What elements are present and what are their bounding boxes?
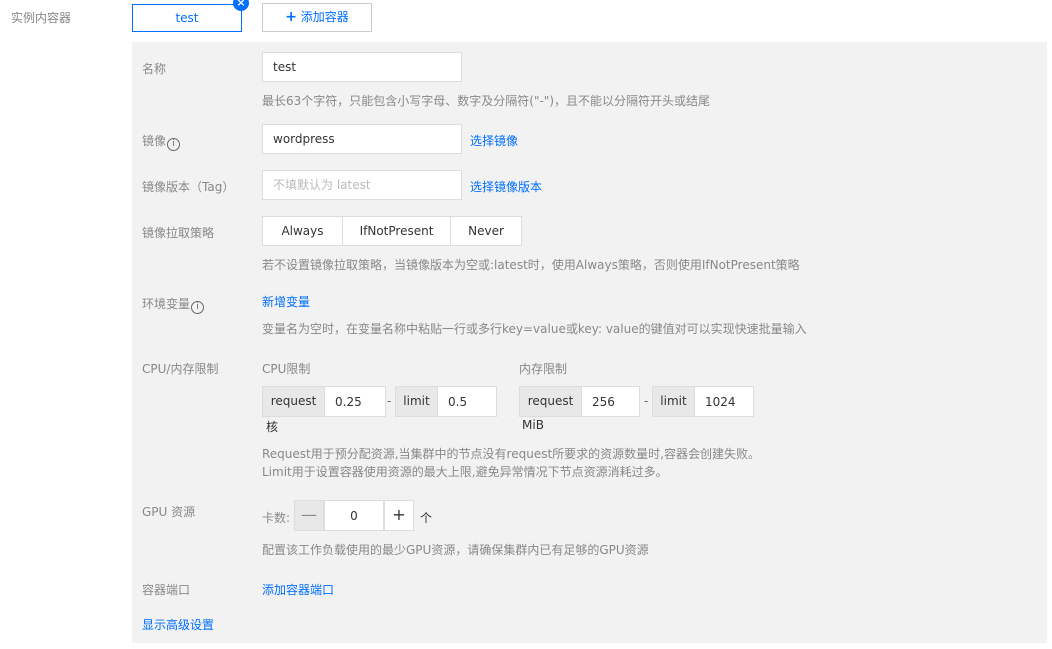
- gpu-increment-button[interactable]: +: [384, 500, 414, 531]
- memory-limit-input[interactable]: [694, 386, 754, 417]
- show-advanced-settings-link[interactable]: 显示高级设置: [142, 616, 214, 633]
- memory-limit-title: 内存限制: [519, 362, 568, 376]
- cpu-request-input[interactable]: [324, 386, 386, 417]
- pull-policy-always[interactable]: Always: [263, 217, 343, 245]
- pull-policy-segmented: Always IfNotPresent Never: [262, 216, 522, 246]
- name-input[interactable]: [262, 52, 462, 82]
- image-label: 镜像 i: [142, 132, 181, 151]
- image-tag-label: 镜像版本（Tag）: [142, 180, 235, 194]
- pull-policy-help-text: 若不设置镜像拉取策略，当镜像版本为空或:latest时，使用Always策略，否…: [262, 258, 800, 272]
- limit-help-request: Request用于预分配资源,当集群中的节点没有request所要求的资源数量时…: [262, 447, 760, 461]
- select-image-link[interactable]: 选择镜像: [470, 132, 518, 149]
- info-icon: i: [167, 138, 181, 151]
- cpu-range-dash: -: [387, 394, 392, 408]
- gpu-count-label: 卡数:: [262, 511, 291, 525]
- cpu-limit-title: CPU限制: [262, 362, 311, 376]
- cpu-limit-input[interactable]: [437, 386, 497, 417]
- add-container-button[interactable]: + 添加容器: [262, 3, 372, 32]
- plus-icon: +: [285, 9, 297, 25]
- pull-policy-never[interactable]: Never: [451, 217, 521, 245]
- cpu-unit: 核: [266, 420, 279, 434]
- image-tag-input[interactable]: [262, 170, 462, 200]
- cpu-memory-limit-label: CPU/内存限制: [142, 362, 219, 376]
- container-port-label: 容器端口: [142, 583, 191, 597]
- pull-policy-label: 镜像拉取策略: [142, 226, 215, 240]
- memory-unit: MiB: [522, 418, 544, 432]
- gpu-resource-label: GPU 资源: [142, 505, 196, 519]
- pull-policy-ifnotpresent[interactable]: IfNotPresent: [343, 217, 451, 245]
- instance-containers-label: 实例内容器: [11, 11, 72, 25]
- container-tab-test[interactable]: test: [132, 4, 242, 32]
- memory-request-input[interactable]: [581, 386, 640, 417]
- add-env-link[interactable]: 新增变量: [262, 293, 310, 310]
- gpu-decrement-button[interactable]: —: [294, 500, 324, 531]
- close-icon[interactable]: ×: [233, 0, 249, 11]
- image-input[interactable]: [262, 124, 462, 154]
- add-container-port-link[interactable]: 添加容器端口: [262, 581, 334, 598]
- limit-help-limit: Limit用于设置容器使用资源的最大上限,避免异常情况下节点资源消耗过多。: [262, 465, 668, 479]
- name-help-text: 最长63个字符，只能包含小写字母、数字及分隔符("-")，且不能以分隔符开头或结…: [262, 94, 711, 108]
- gpu-count-input[interactable]: [324, 500, 384, 531]
- select-image-tag-link[interactable]: 选择镜像版本: [470, 178, 542, 195]
- gpu-help-text: 配置该工作负载使用的最少GPU资源，请确保集群内已有足够的GPU资源: [262, 543, 649, 557]
- memory-range-dash: -: [644, 394, 649, 408]
- cpu-request-addon: request: [262, 386, 324, 417]
- env-label: 环境变量 i: [142, 295, 205, 314]
- memory-request-addon: request: [519, 386, 581, 417]
- env-help-text: 变量名为空时，在变量名称中粘贴一行或多行key=value或key: value…: [262, 322, 807, 336]
- info-icon: i: [191, 301, 205, 314]
- memory-limit-addon: limit: [652, 386, 694, 417]
- cpu-limit-addon: limit: [395, 386, 437, 417]
- gpu-unit: 个: [420, 511, 433, 525]
- name-label: 名称: [142, 62, 167, 76]
